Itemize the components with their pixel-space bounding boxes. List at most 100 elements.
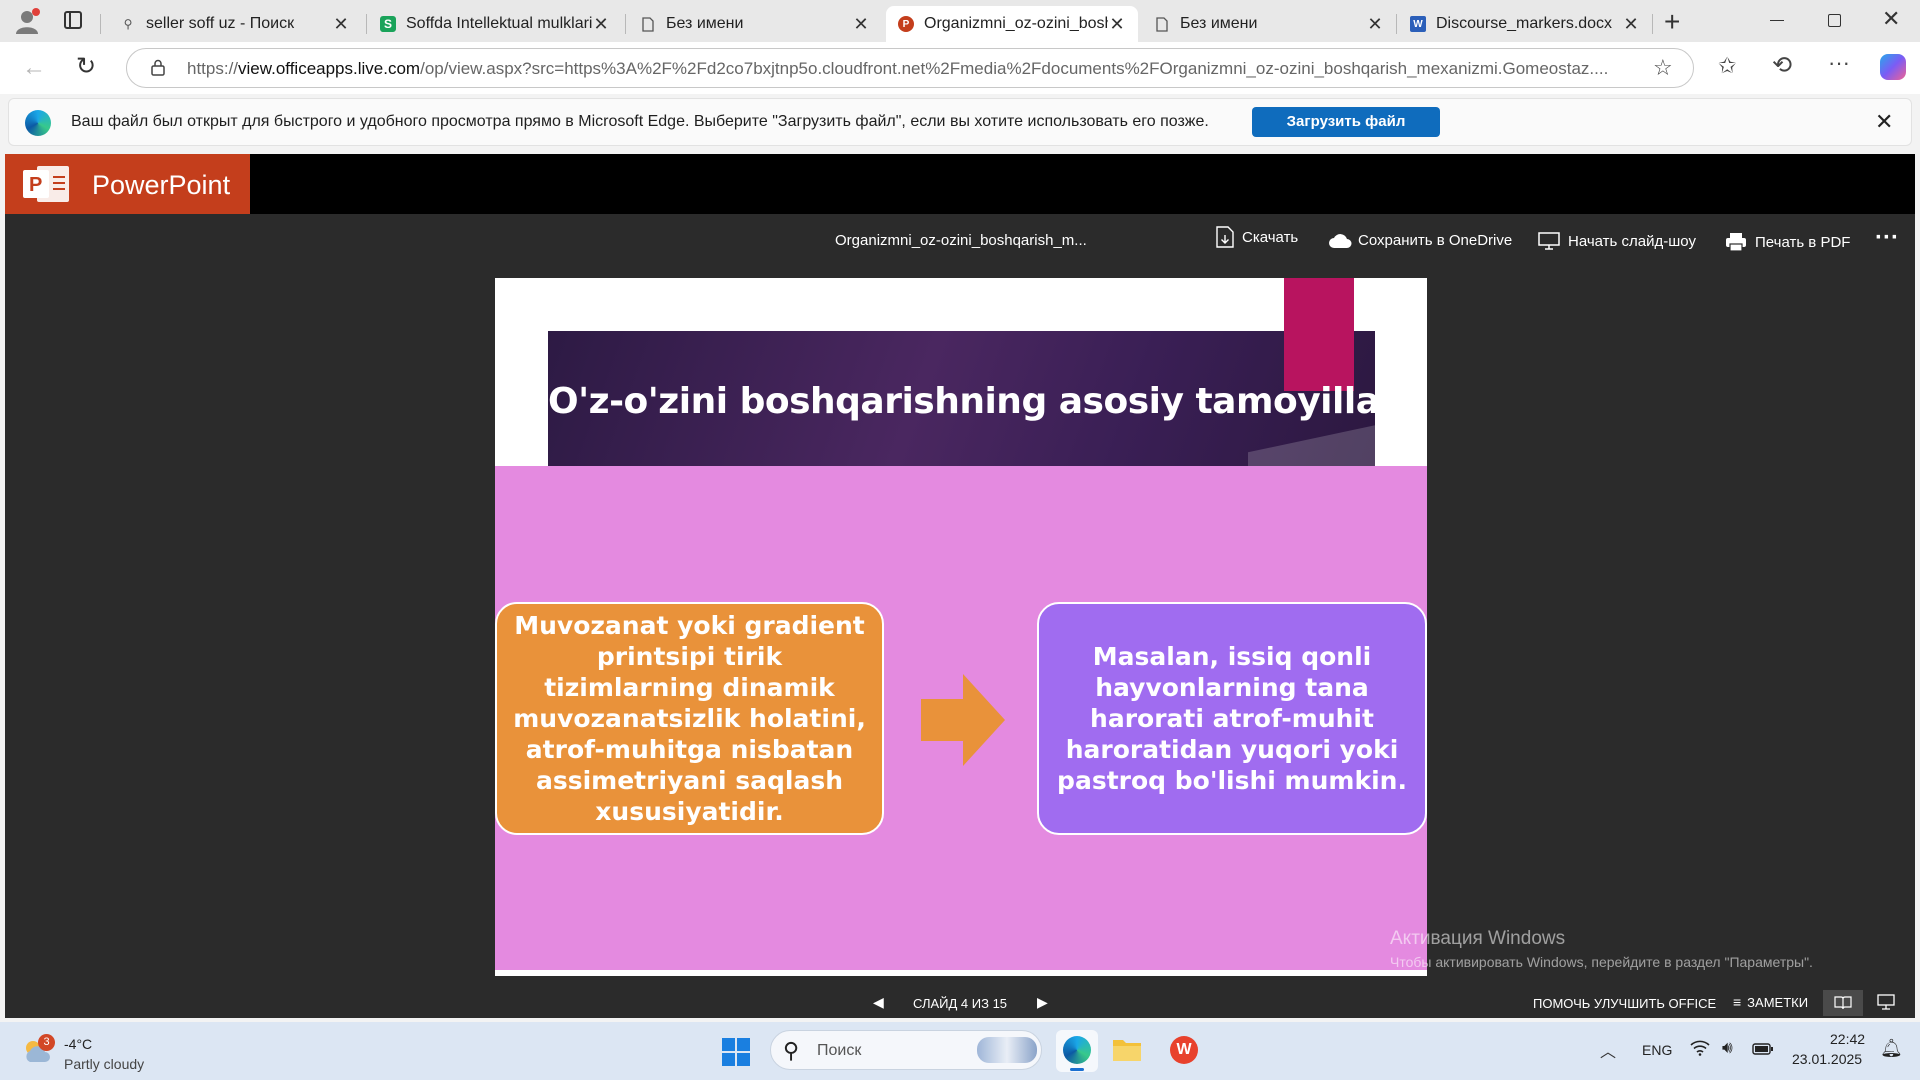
- powerpoint-icon: P: [898, 16, 914, 32]
- slideshow-icon: [1538, 232, 1560, 250]
- edge-taskbar-icon[interactable]: [1056, 1030, 1098, 1072]
- tab-actions-icon[interactable]: [64, 11, 82, 29]
- clock-date[interactable]: 23.01.2025: [1792, 1051, 1862, 1067]
- tab-untitled-2[interactable]: Без имени ✕: [1142, 6, 1396, 42]
- history-icon[interactable]: ⟲: [1772, 51, 1792, 80]
- back-icon[interactable]: ←: [22, 54, 46, 82]
- right-text-box: Masalan, issiq qonli hayvonlarning tana …: [1037, 602, 1427, 835]
- tab-soff[interactable]: S Soffda Intellektual mulklarini ✕: [368, 6, 622, 42]
- page-icon: [640, 16, 656, 32]
- weather-alert-badge: 3: [38, 1034, 55, 1051]
- help-improve-link[interactable]: ПОМОЧЬ УЛУЧШИТЬ OFFICE: [1533, 996, 1716, 1011]
- volume-icon[interactable]: 🔊︎: [1722, 1038, 1733, 1058]
- right-arrow-icon: [921, 674, 1005, 766]
- site-info-icon[interactable]: [151, 59, 165, 76]
- url-text: https://view.officeapps.live.com/op/view…: [187, 59, 1609, 78]
- left-text-box: Muvozanat yoki gradient printsipi tirik …: [495, 602, 884, 835]
- clock-time[interactable]: 22:42: [1830, 1031, 1865, 1047]
- download-file-button[interactable]: Загрузить файл: [1252, 107, 1440, 137]
- print-pdf-button[interactable]: Печать в PDF: [1725, 232, 1850, 252]
- restore-icon[interactable]: [1828, 14, 1841, 27]
- tab-title: Organizmni_oz-ozini_boshqarish: [924, 15, 1108, 32]
- browser-tab-bar: ⚲ seller soff uz - Поиск ✕ S Soffda Inte…: [0, 0, 1920, 42]
- reading-view-icon[interactable]: [1823, 990, 1863, 1016]
- notifications-icon[interactable]: 🔔︎: [1880, 1038, 1903, 1059]
- tab-title: Soffda Intellektual mulklarini: [406, 15, 592, 32]
- command-bar: Organizmni_oz-ozini_boshqarish_m... Скач…: [5, 214, 1915, 268]
- edge-logo-icon: [25, 110, 51, 136]
- weather-widget[interactable]: 3 -4°C Partly cloudy: [20, 1030, 180, 1074]
- address-toolbar: ← ↻ https://view.officeapps.live.com/op/…: [0, 42, 1920, 94]
- close-tab-icon[interactable]: ✕: [1622, 14, 1640, 35]
- app-name: PowerPoint: [92, 170, 231, 200]
- next-slide-icon[interactable]: ▶: [1037, 994, 1048, 1011]
- minimize-icon[interactable]: [1770, 20, 1784, 21]
- more-commands-icon[interactable]: ···: [1875, 224, 1899, 252]
- close-tab-icon[interactable]: ✕: [1108, 14, 1126, 35]
- tab-title: seller soff uz - Поиск: [146, 15, 295, 32]
- close-tab-icon[interactable]: ✕: [332, 14, 350, 35]
- tab-search[interactable]: ⚲ seller soff uz - Поиск ✕: [108, 6, 362, 42]
- download-icon: [1216, 226, 1234, 248]
- soff-logo-icon: S: [380, 16, 396, 32]
- start-button[interactable]: [722, 1038, 750, 1066]
- refresh-icon[interactable]: ↻: [76, 52, 96, 81]
- tab-word-doc[interactable]: W Discourse_markers.docx ✕: [1398, 6, 1652, 42]
- tray-overflow-icon[interactable]: ︿: [1600, 1038, 1616, 1062]
- printer-icon: [1725, 232, 1747, 252]
- close-infobar-icon[interactable]: ✕: [1875, 109, 1893, 135]
- svg-text:P: P: [29, 174, 42, 196]
- more-options-icon[interactable]: ···: [1828, 50, 1850, 76]
- tab-powerpoint[interactable]: P Organizmni_oz-ozini_boshqarish ✕: [886, 6, 1138, 42]
- taskbar-search-box[interactable]: ⚲ Поиск: [770, 1030, 1042, 1070]
- slide-title: O'z-o'zini boshqarishning asosiy tamoyil…: [548, 381, 1422, 422]
- file-explorer-icon[interactable]: [1112, 1036, 1142, 1062]
- slideshow-view-icon[interactable]: [1877, 994, 1895, 1013]
- slide-counter: СЛАЙД 4 ИЗ 15: [913, 996, 1008, 1011]
- weather-desc: Partly cloudy: [64, 1056, 145, 1072]
- search-highlight-image: [977, 1037, 1037, 1063]
- edge-info-bar: Ваш файл был открыт для быстрого и удобн…: [8, 98, 1912, 146]
- address-bar[interactable]: https://view.officeapps.live.com/op/view…: [126, 48, 1694, 88]
- copilot-icon[interactable]: [1880, 54, 1906, 80]
- search-placeholder: Поиск: [817, 1042, 862, 1059]
- right-box-text: Masalan, issiq qonli hayvonlarning tana …: [1057, 642, 1407, 795]
- search-icon: ⚲: [783, 1038, 800, 1063]
- prev-slide-icon[interactable]: ◀: [873, 994, 884, 1011]
- battery-icon[interactable]: [1752, 1042, 1774, 1061]
- wifi-icon[interactable]: [1690, 1040, 1710, 1061]
- powerpoint-logo-icon: P: [23, 164, 71, 204]
- profile-icon[interactable]: [14, 8, 40, 34]
- language-indicator[interactable]: ENG: [1642, 1042, 1672, 1058]
- tab-title: Без имени: [666, 15, 744, 32]
- cloud-icon: [1328, 233, 1352, 249]
- new-tab-icon[interactable]: +: [1664, 6, 1680, 38]
- save-onedrive-button[interactable]: Сохранить в OneDrive: [1328, 232, 1512, 249]
- viewer-header: P PowerPoint: [5, 154, 1915, 214]
- doc-title: Organizmni_oz-ozini_boshqarish_m...: [835, 232, 1087, 249]
- close-window-icon[interactable]: ✕: [1882, 6, 1900, 32]
- start-slideshow-button[interactable]: Начать слайд-шоу: [1538, 232, 1696, 250]
- notes-button[interactable]: ≡ ЗАМЕТКИ: [1733, 994, 1808, 1010]
- slide-canvas: O'z-o'zini boshqarishning asosiy tamoyil…: [495, 278, 1427, 976]
- notes-icon: ≡: [1733, 994, 1742, 1010]
- close-tab-icon[interactable]: ✕: [852, 14, 870, 35]
- slide-accent-bar: [1284, 278, 1354, 391]
- activation-watermark-title: Активация Windows: [1390, 928, 1566, 949]
- close-tab-icon[interactable]: ✕: [1366, 14, 1384, 35]
- powerpoint-brand[interactable]: P PowerPoint: [5, 154, 250, 214]
- tab-title: Discourse_markers.docx: [1436, 15, 1613, 32]
- close-tab-icon[interactable]: ✕: [592, 14, 610, 35]
- viewer-status-bar: ◀ СЛАЙД 4 ИЗ 15 ▶ ПОМОЧЬ УЛУЧШИТЬ OFFICE…: [5, 988, 1915, 1018]
- windows-taskbar: 3 -4°C Partly cloudy ⚲ Поиск W ︿ ENG 🔊︎ …: [0, 1022, 1920, 1080]
- wps-office-icon[interactable]: W: [1170, 1036, 1198, 1064]
- favorites-icon[interactable]: ✩: [1718, 53, 1736, 79]
- favorite-star-icon[interactable]: ☆: [1653, 55, 1673, 81]
- word-icon: W: [1410, 16, 1426, 32]
- slide-bottom-strip: [495, 970, 1427, 976]
- tab-title: Без имени: [1180, 15, 1258, 32]
- powerpoint-viewer: P PowerPoint Organizmni_oz-ozini_boshqar…: [5, 154, 1915, 1018]
- tab-untitled-1[interactable]: Без имени ✕: [628, 6, 882, 42]
- left-box-text: Muvozanat yoki gradient printsipi tirik …: [513, 611, 866, 826]
- download-button[interactable]: Скачать: [1216, 226, 1298, 248]
